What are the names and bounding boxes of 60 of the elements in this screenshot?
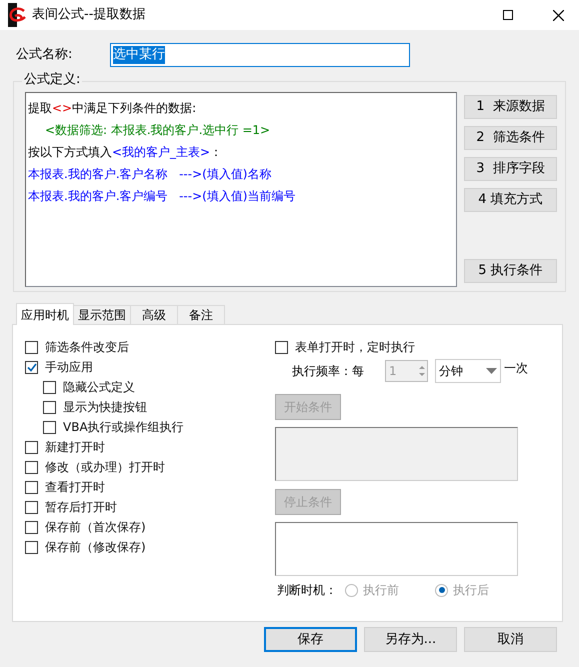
checkbox[interactable] (43, 400, 56, 414)
checkbox[interactable] (25, 500, 38, 514)
selected-text: 选中某行 (113, 46, 165, 64)
formula-name-field[interactable]: 选中某行 (110, 43, 410, 67)
checkbox-label: VBA执行或操作组执行 (63, 419, 184, 436)
step-button[interactable]: 5 执行条件 (464, 259, 557, 283)
formula-editor[interactable]: 提取<>中满足下列条件的数据: <数据筛选: 本报表.我的客户.选中行 =1> 按以下方式填入<我的客户_主表>： 本报表.我的客户.客户名称 --->(填入值)名称 本报表.我的客户.客户编号 --->(填入值)当前编号 (25, 92, 457, 287)
radio-label: 执行后 (453, 582, 489, 599)
formula-line: 提取<>中满足下列条件的数据: (28, 100, 196, 117)
checkbox-label: 显示为快捷按钮 (63, 399, 147, 416)
check-icon (26, 362, 36, 372)
group-label: 公式定义: (22, 72, 82, 88)
dialog-button[interactable]: 另存为... (364, 627, 457, 652)
formula-line: <数据筛选: 本报表.我的客户.选中行 =1> (44, 122, 270, 139)
formula-line: 按以下方式填入<我的客户_主表>： (28, 144, 222, 161)
checkbox[interactable] (25, 340, 38, 354)
checkbox-label: 保存前（首次保存) (45, 519, 146, 536)
stop-condition-box[interactable] (275, 522, 518, 576)
tab[interactable]: 备注 (177, 305, 225, 325)
checkbox[interactable] (43, 420, 56, 434)
checkbox-label: 筛选条件改变后 (45, 339, 129, 356)
tab[interactable]: 应用时机 (16, 303, 74, 325)
checkbox[interactable] (25, 540, 38, 554)
judge-label: 判断时机： (277, 582, 338, 599)
step-button[interactable]: 2 筛选条件 (464, 126, 557, 150)
checkbox[interactable] (43, 380, 56, 394)
dialog-button[interactable]: 保存 (264, 627, 357, 652)
app-logo-icon (6, 3, 28, 27)
radio-label: 执行前 (363, 582, 399, 599)
checkbox-label: 新建打开时 (45, 439, 105, 456)
step-button[interactable]: 3 排序字段 (464, 157, 557, 181)
radio-button[interactable] (345, 584, 358, 596)
formula-line: 本报表.我的客户.客户编号 --->(填入值)当前编号 (28, 188, 296, 205)
checkbox[interactable] (275, 340, 288, 354)
checkbox[interactable] (25, 520, 38, 534)
formula-line: 本报表.我的客户.客户名称 --->(填入值)名称 (28, 166, 272, 183)
spinner-value: 1 (389, 363, 397, 380)
checkbox[interactable] (25, 440, 38, 454)
close-icon[interactable] (553, 10, 564, 20)
step-button[interactable]: 1 来源数据 (464, 95, 557, 119)
checkbox-label: 手动应用 (45, 359, 93, 376)
checkbox-label: 隐藏公式定义 (63, 379, 135, 396)
checkbox[interactable] (25, 360, 38, 374)
dialog-button[interactable]: 取消 (464, 627, 557, 652)
checkbox-label: 表单打开时，定时执行 (295, 339, 415, 356)
checkbox-label: 暂存后打开时 (45, 499, 117, 516)
step-button[interactable]: 4 填充方式 (464, 188, 557, 212)
unit-select[interactable]: 分钟 (435, 359, 501, 383)
checkbox[interactable] (25, 460, 38, 474)
formula-name-label: 公式名称: (16, 46, 74, 64)
checkbox-label: 保存前（修改保存) (45, 539, 146, 556)
radio-button[interactable] (435, 584, 448, 596)
maximize-icon[interactable] (503, 10, 513, 20)
dropdown-arrow-icon (486, 368, 497, 374)
checkbox-label: 修改（或办理）打开时 (45, 459, 165, 476)
checkbox-label: 查看打开时 (45, 479, 105, 496)
suffix-label: 一次 (504, 360, 528, 377)
checkbox[interactable] (25, 480, 38, 494)
frequency-label: 执行频率：每 (292, 363, 365, 380)
window-title: 表间公式--提取数据 (32, 6, 146, 24)
